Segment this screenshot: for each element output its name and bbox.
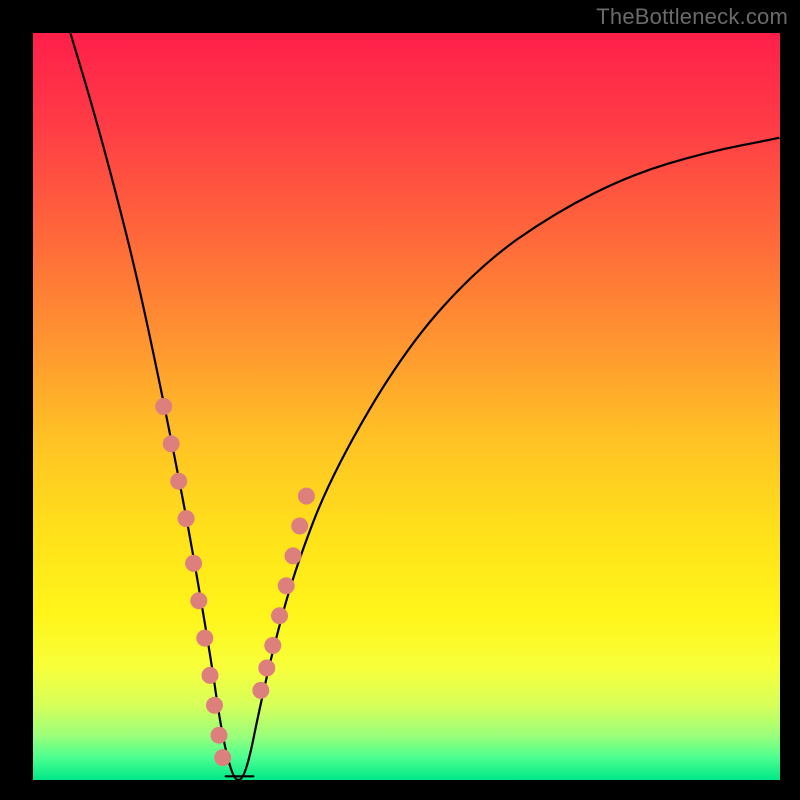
chart-frame: TheBottleneck.com [0,0,800,800]
watermark: TheBottleneck.com [596,4,788,30]
background-gradient [33,33,780,780]
plot-area [33,33,780,780]
